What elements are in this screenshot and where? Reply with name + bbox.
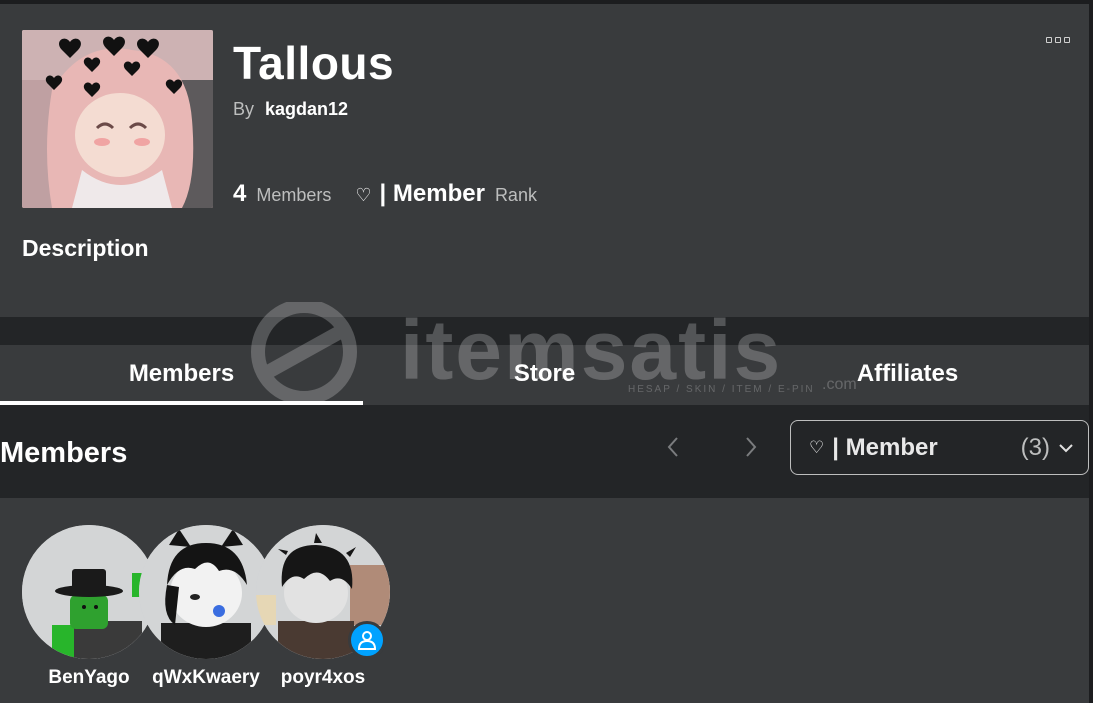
group-tabs: Members Store Affiliates [0,345,1089,405]
tab-members[interactable]: Members [0,345,363,405]
next-page-button[interactable] [736,432,766,462]
tab-store[interactable]: Store [363,345,726,405]
group-icon-artwork [22,30,213,208]
member-name[interactable]: poyr4xos [253,667,393,689]
members-list: BenYago qWxKwaery poyr4xos [0,498,1089,703]
heart-icon: ♡ [809,437,825,457]
user-icon [357,631,377,650]
rank-stat-label: Rank [494,185,537,205]
chevron-left-icon [667,437,678,457]
rank-filter-dropdown[interactable]: ♡ | Member (3) [790,420,1089,475]
rank-filter-selected: | Member [832,433,938,461]
previous-page-button[interactable] [658,432,688,462]
members-section-title: Members [0,437,128,469]
my-rank-name: | Member [379,180,485,207]
member-card-poyr4xos[interactable]: poyr4xos [253,525,393,689]
members-stat-label: Members [256,185,332,205]
online-status-icon [348,621,386,659]
more-options-icon[interactable] [1046,34,1074,46]
chevron-down-icon [1059,443,1073,452]
chevron-right-icon [746,437,757,457]
right-edge [1089,0,1093,703]
owner-by-label: By [233,99,255,119]
group-owner-line: By kagdan12 [233,99,348,120]
group-icon [22,30,213,208]
group-name: Tallous [233,37,395,89]
group-stats: 4 Members ♡ | Member Rank [233,180,537,212]
heart-icon: ♡ [355,185,372,205]
group-header: Tallous By kagdan12 4 Members ♡ | Member… [0,4,1089,317]
owner-link[interactable]: kagdan12 [265,99,348,119]
description-title: Description [22,235,149,261]
member-count: 4 [233,180,247,207]
rank-filter-count: (3) [1020,433,1050,461]
tab-affiliates[interactable]: Affiliates [726,345,1089,405]
